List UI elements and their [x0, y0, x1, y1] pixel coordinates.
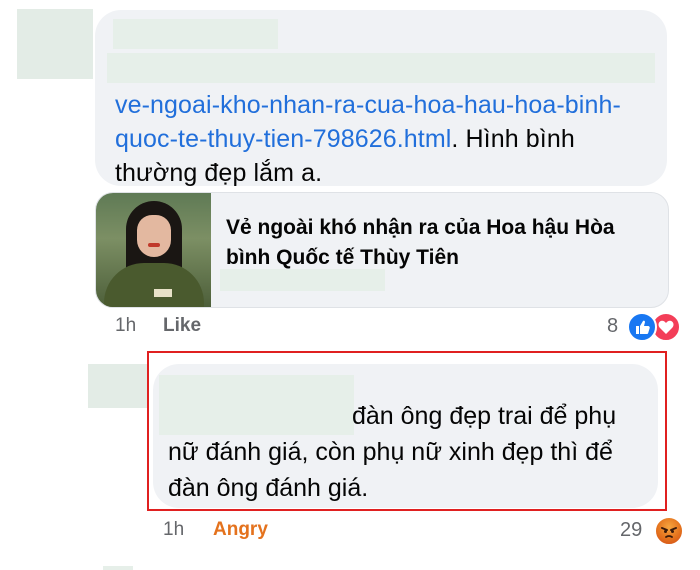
- angry-label: Angry: [213, 519, 268, 540]
- comment-time[interactable]: 1h: [115, 315, 136, 336]
- redacted-commenter-name: [113, 19, 278, 49]
- link-preview-card[interactable]: Vẻ ngoài khó nhận ra của Hoa hậu Hòa bìn…: [95, 192, 669, 308]
- next-comment-avatar-partial: [103, 566, 133, 570]
- angry-reaction-icon[interactable]: [654, 516, 684, 546]
- reply-time[interactable]: 1h: [163, 519, 184, 540]
- preview-thumbnail: [96, 193, 211, 307]
- preview-title: Vẻ ngoài khó nhận ra của Hoa hậu Hòa bìn…: [226, 216, 615, 269]
- highlight-frame: [147, 351, 667, 511]
- redacted-preview-source: [220, 269, 385, 291]
- like-label: Like: [163, 315, 202, 336]
- redacted-avatar: [17, 9, 93, 79]
- angry-reaction-button[interactable]: Angry: [213, 519, 268, 541]
- comment-text: ve-ngoai-kho-nhan-ra-cua-hoa-hau-hoa-bin…: [115, 88, 655, 190]
- reaction-count: 8: [607, 315, 619, 337]
- redacted-comment-text: [107, 53, 655, 83]
- like-button[interactable]: Like: [163, 315, 201, 337]
- reply-meta: 1h: [163, 519, 184, 541]
- comment-meta: 1h: [115, 315, 136, 337]
- reply-reaction-count: 29: [620, 519, 643, 541]
- redacted-reply-avatar: [88, 364, 148, 408]
- comment-bubble: ve-ngoai-kho-nhan-ra-cua-hoa-hau-hoa-bin…: [95, 10, 667, 187]
- like-reaction-icon[interactable]: [627, 312, 657, 342]
